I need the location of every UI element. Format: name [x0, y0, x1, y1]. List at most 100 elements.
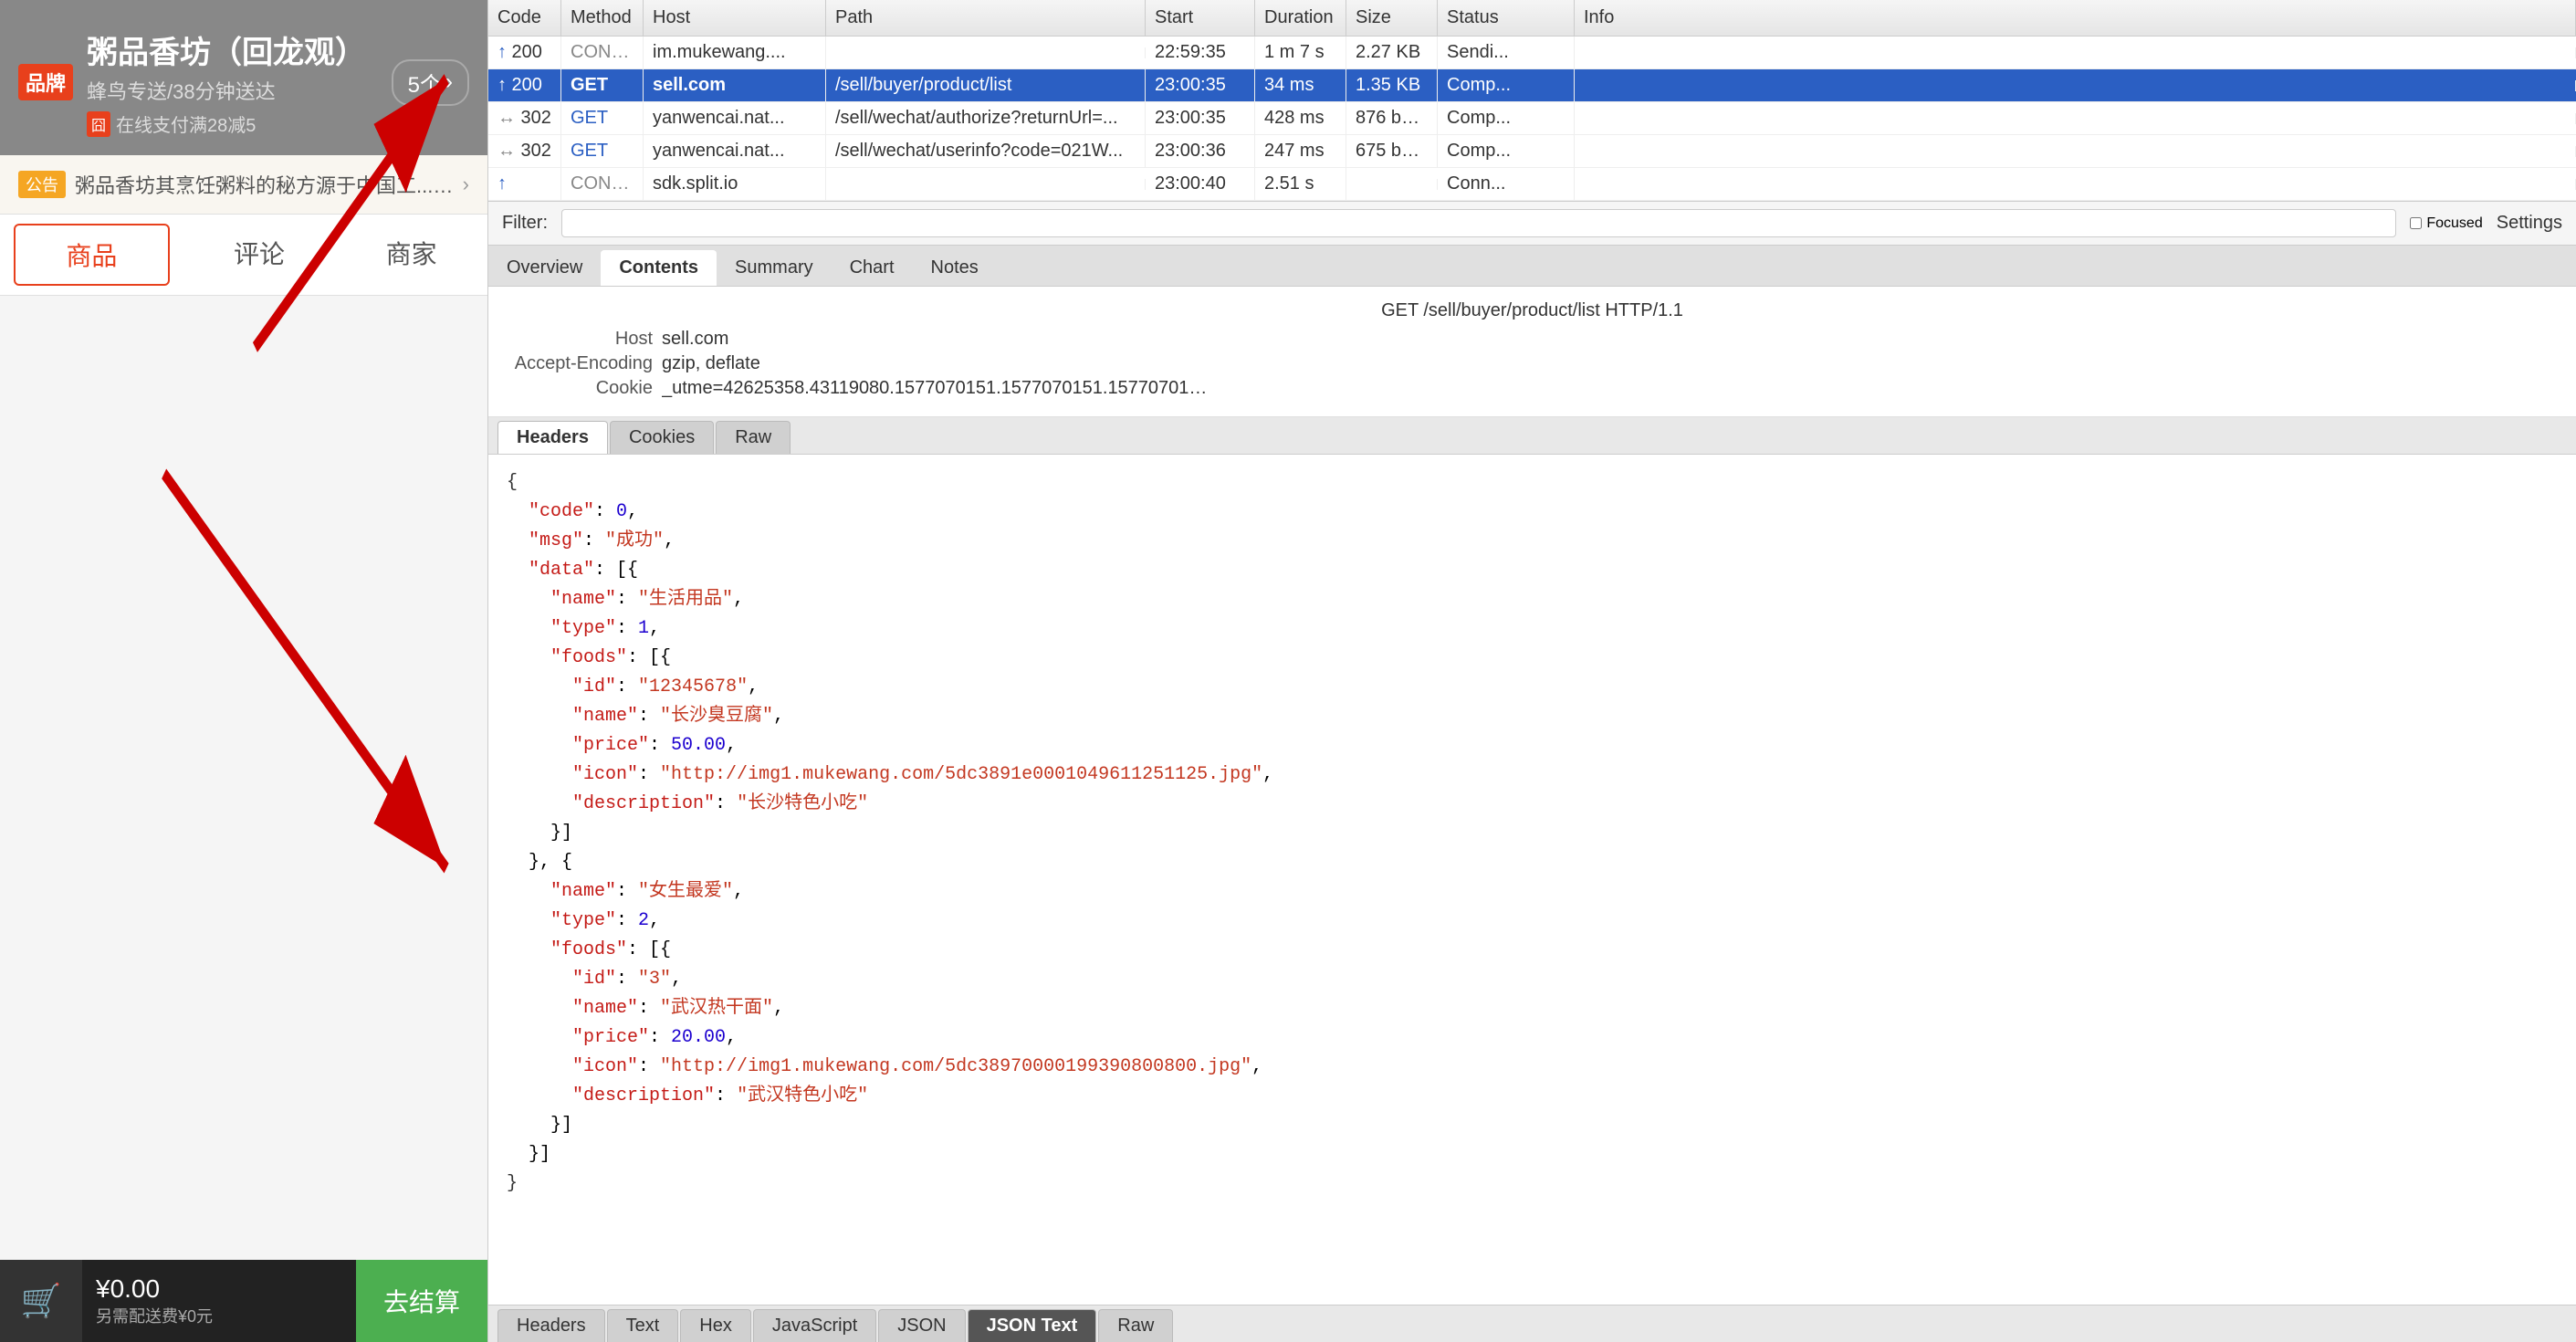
- row-icon: ↑: [488, 168, 561, 200]
- tab-contents[interactable]: Contents: [601, 250, 717, 286]
- row-host: yanwencai.nat...: [644, 135, 826, 167]
- content-area: [0, 296, 487, 1260]
- request-line: GET /sell/buyer/product/list HTTP/1.1: [507, 300, 2558, 321]
- json-line: }]: [507, 819, 2558, 848]
- tab-products[interactable]: 商品: [14, 224, 170, 286]
- tab-overview[interactable]: Overview: [488, 250, 601, 286]
- col-size: Size: [1346, 0, 1438, 36]
- encoding-row: Accept-Encoding gzip, deflate: [507, 353, 2558, 374]
- encoding-value: gzip, deflate: [662, 353, 760, 374]
- json-line: }: [507, 1169, 2558, 1199]
- json-line: "foods": [{: [507, 644, 2558, 673]
- json-line: "id": "3",: [507, 965, 2558, 994]
- announcement-text: 粥品香坊其烹饪粥料的秘方源于中国工...法，在融和现代制工...: [75, 170, 454, 199]
- header-right: 5个 ›: [392, 59, 469, 106]
- json-line: "foods": [{: [507, 936, 2558, 965]
- tab-bar: 商品 评论 商家: [0, 215, 487, 296]
- row-status: Comp...: [1438, 69, 1575, 101]
- row-status: Comp...: [1438, 102, 1575, 134]
- focused-label: Focused: [2426, 215, 2482, 232]
- row-icon: ↔ 302: [488, 102, 561, 134]
- col-info: Info: [1575, 0, 2576, 36]
- format-tab-json-text[interactable]: JSON Text: [968, 1309, 1097, 1342]
- network-row[interactable]: ↔ 302 GET yanwencai.nat... /sell/wechat/…: [488, 135, 2576, 168]
- row-size: [1346, 179, 1438, 190]
- encoding-label: Accept-Encoding: [507, 353, 653, 374]
- brand-coupon: 囧 在线支付满28减5: [87, 110, 378, 137]
- format-tab-hex[interactable]: Hex: [680, 1309, 751, 1342]
- row-method: CONNECT: [561, 168, 644, 200]
- brand-info: 粥品香坊（回龙观） 蜂鸟专送/38分钟送达 囧 在线支付满28减5: [87, 27, 378, 137]
- tab-reviews[interactable]: 评论: [183, 215, 336, 295]
- coupon-text: 在线支付满28减5: [116, 110, 256, 137]
- count-badge[interactable]: 5个 ›: [392, 59, 469, 106]
- format-tab-javascript[interactable]: JavaScript: [753, 1309, 876, 1342]
- json-line: "name": "长沙臭豆腐",: [507, 702, 2558, 731]
- sub-tab-raw[interactable]: Raw: [716, 421, 791, 454]
- delivery-fee: 另需配送费¥0元: [96, 1304, 342, 1327]
- row-host: yanwencai.nat...: [644, 102, 826, 134]
- sub-tab-headers[interactable]: Headers: [497, 421, 608, 454]
- settings-button[interactable]: Settings: [2497, 213, 2562, 234]
- row-path: [826, 179, 1146, 190]
- json-line: "icon": "http://img1.mukewang.com/5dc389…: [507, 1053, 2558, 1082]
- row-start: 23:00:35: [1146, 102, 1255, 134]
- detail-tabs: Overview Contents Summary Chart Notes: [488, 246, 2576, 287]
- json-line: "price": 20.00,: [507, 1023, 2558, 1053]
- format-tab-headers[interactable]: Headers: [497, 1309, 605, 1342]
- row-host: im.mukewang....: [644, 37, 826, 68]
- format-tab-json[interactable]: JSON: [878, 1309, 965, 1342]
- format-tab-raw[interactable]: Raw: [1098, 1309, 1173, 1342]
- cart-icon-wrap[interactable]: 🛒: [0, 1260, 82, 1342]
- announcement-badge: 公告: [18, 171, 66, 198]
- tab-summary[interactable]: Summary: [717, 250, 832, 286]
- network-row[interactable]: ↑ 200 CONNECT im.mukewang.... 22:59:35 1…: [488, 37, 2576, 69]
- filter-input[interactable]: [561, 209, 2396, 237]
- col-status: Status: [1438, 0, 1575, 36]
- cart-price: ¥0.00: [96, 1274, 342, 1304]
- host-value: sell.com: [662, 329, 728, 350]
- checkout-button[interactable]: 去结算: [356, 1260, 487, 1342]
- row-size: 876 bytes: [1346, 102, 1438, 134]
- row-method: GET: [561, 102, 644, 134]
- app-header: 品牌 粥品香坊（回龙观） 蜂鸟专送/38分钟送达 囧 在线支付满28减5 5个 …: [0, 0, 487, 155]
- row-method: GET: [561, 69, 644, 101]
- json-line: "name": "女生最爱",: [507, 877, 2558, 907]
- json-line: "description": "武汉特色小吃": [507, 1082, 2558, 1111]
- row-icon: ↑ 200: [488, 69, 561, 101]
- json-line: }]: [507, 1111, 2558, 1140]
- row-info: [1575, 80, 2576, 91]
- json-line: {: [507, 468, 2558, 498]
- brand-badge: 品牌: [18, 64, 73, 100]
- network-row[interactable]: ↔ 302 GET yanwencai.nat... /sell/wechat/…: [488, 102, 2576, 135]
- row-path: /sell/buyer/product/list: [826, 69, 1146, 101]
- announcement-bar[interactable]: 公告 粥品香坊其烹饪粥料的秘方源于中国工...法，在融和现代制工... ›: [0, 155, 487, 215]
- focused-checkbox-wrap: Focused: [2410, 215, 2482, 232]
- network-row[interactable]: ↑ CONNECT sdk.split.io 23:00:40 2.51 s C…: [488, 168, 2576, 201]
- row-duration: 428 ms: [1255, 102, 1346, 134]
- json-line: "id": "12345678",: [507, 673, 2558, 702]
- col-start: Start: [1146, 0, 1255, 36]
- json-line: "type": 1,: [507, 614, 2558, 644]
- price-area: ¥0.00 另需配送费¥0元: [82, 1274, 356, 1327]
- network-row-highlighted[interactable]: ↑ 200 GET sell.com /sell/buyer/product/l…: [488, 69, 2576, 102]
- json-line: }]: [507, 1140, 2558, 1169]
- json-line: "price": 50.00,: [507, 731, 2558, 760]
- focused-checkbox[interactable]: [2410, 217, 2422, 229]
- row-status: Sendi...: [1438, 37, 1575, 68]
- row-icon: ↑ 200: [488, 37, 561, 68]
- col-path: Path: [826, 0, 1146, 36]
- format-tab-text[interactable]: Text: [607, 1309, 679, 1342]
- row-host: sell.com: [644, 69, 826, 101]
- tab-notes[interactable]: Notes: [913, 250, 997, 286]
- row-status: Comp...: [1438, 135, 1575, 167]
- sub-tab-cookies[interactable]: Cookies: [610, 421, 714, 454]
- col-host: Host: [644, 0, 826, 36]
- tab-chart[interactable]: Chart: [832, 250, 913, 286]
- cookie-value: _utme=42625358.43119080.1577070151.15770…: [662, 378, 1209, 399]
- row-icon: ↔ 302: [488, 135, 561, 167]
- row-start: 22:59:35: [1146, 37, 1255, 68]
- row-duration: 2.51 s: [1255, 168, 1346, 200]
- tab-merchant[interactable]: 商家: [335, 215, 487, 295]
- col-code: Code: [488, 0, 561, 36]
